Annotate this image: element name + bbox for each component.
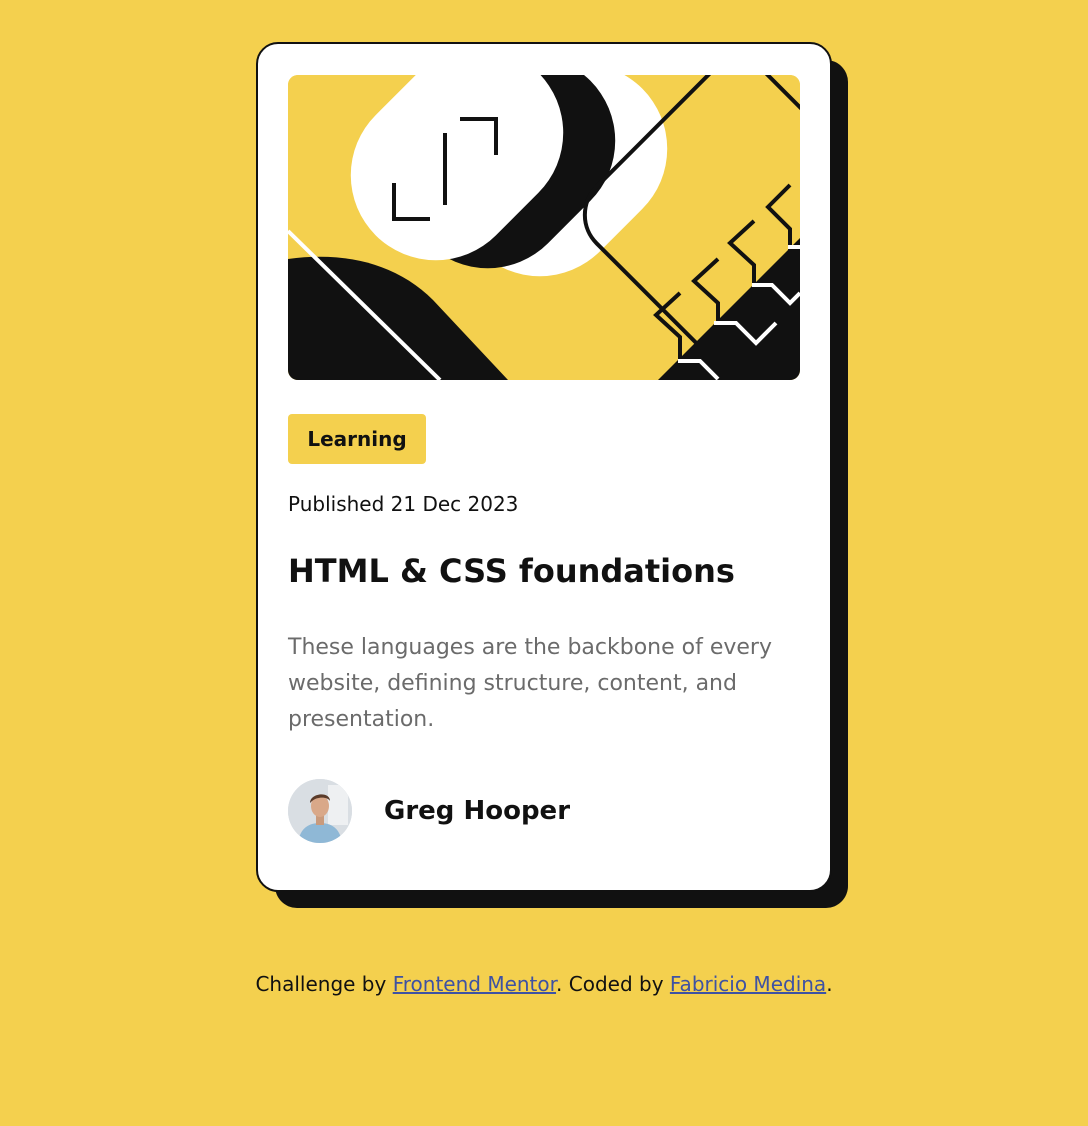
hero-illustration [288,75,800,380]
author-link[interactable]: Fabricio Medina [670,972,826,996]
author-name: Greg Hooper [384,796,571,826]
card-description: These languages are the backbone of ever… [288,635,772,732]
published-date: Published 21 Dec 2023 [288,492,519,516]
attribution-suffix: . [826,972,833,996]
person-avatar-icon [288,779,352,843]
card-title[interactable]: HTML & CSS foundations [288,552,735,590]
category-tag: Learning [288,414,426,464]
attribution-middle: . Coded by [556,972,670,996]
frontend-mentor-link[interactable]: Frontend Mentor [393,972,556,996]
abstract-illustration-icon [288,75,800,380]
blog-preview-card: Learning Published 21 Dec 2023 HTML & CS… [256,42,832,892]
attribution-footer: Challenge by Frontend Mentor. Coded by F… [0,972,1088,996]
author: Greg Hooper [288,779,570,843]
attribution-prefix: Challenge by [255,972,393,996]
